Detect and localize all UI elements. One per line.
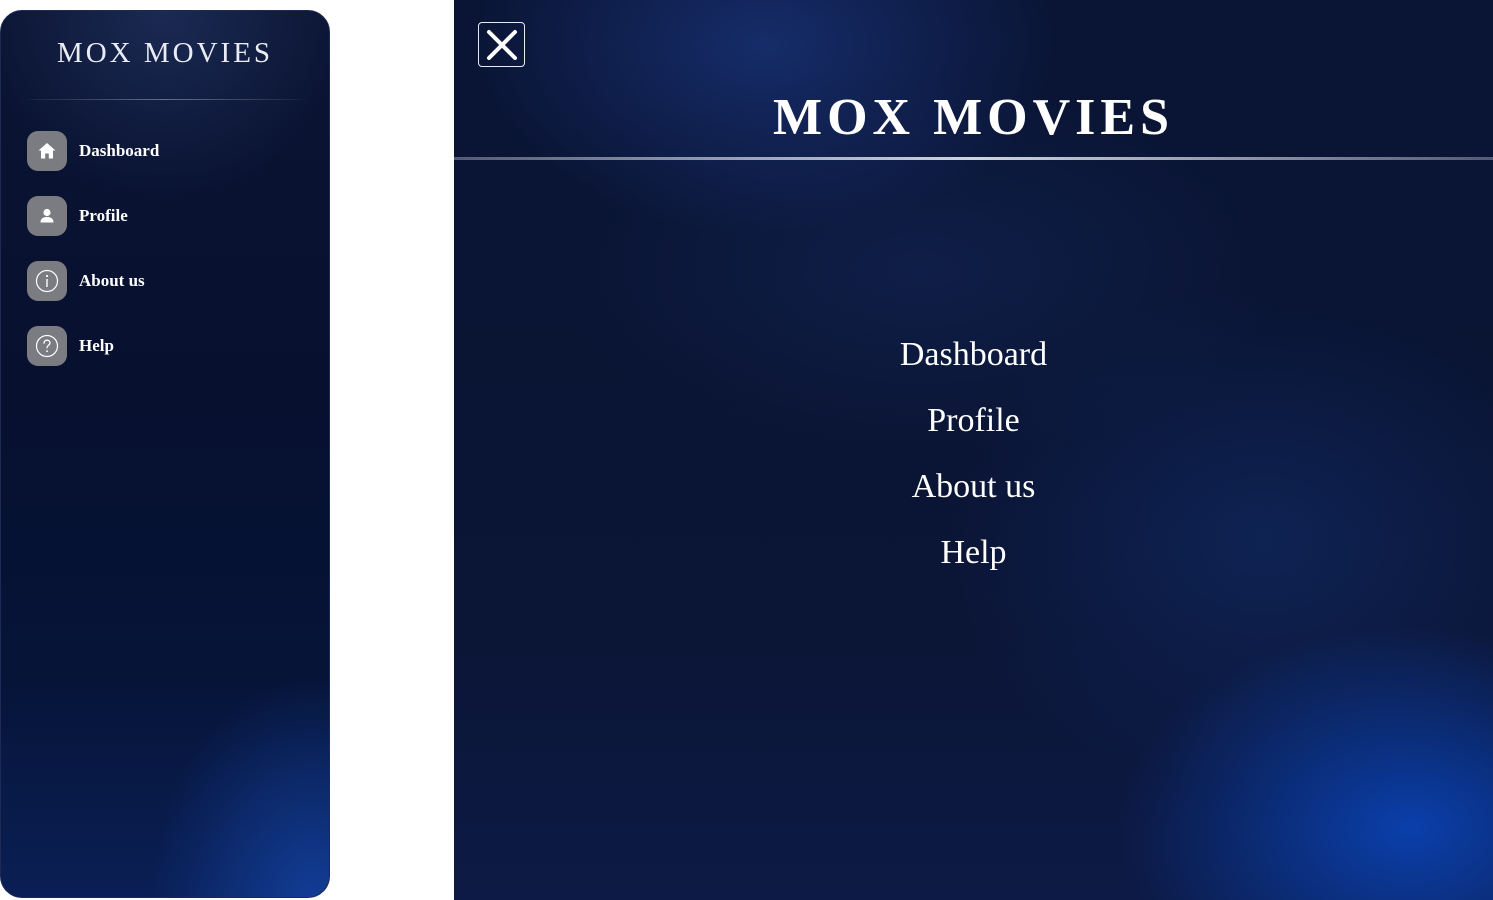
- mobile-nav-dashboard[interactable]: Dashboard: [454, 330, 1493, 396]
- sidebar-item-help[interactable]: Help: [27, 326, 159, 366]
- sidebar-item-dashboard[interactable]: Dashboard: [27, 131, 159, 171]
- mobile-menu-overlay: MOX MOVIES Dashboard Profile About us He…: [454, 0, 1493, 900]
- info-icon: [27, 261, 67, 301]
- sidebar-item-label: About us: [79, 271, 145, 290]
- mobile-brand-title: MOX MOVIES: [773, 89, 1174, 146]
- sidebar-brand-title: MOX MOVIES: [56, 37, 274, 69]
- sidebar-item-label: Profile: [79, 206, 128, 225]
- close-icon: [486, 29, 517, 60]
- sidebar-item-profile[interactable]: Profile: [27, 196, 159, 236]
- mobile-nav-help[interactable]: Help: [454, 528, 1493, 594]
- app-stage: MOX MOVIES Dashboard Profile About us He…: [0, 0, 1493, 900]
- sidebar: MOX MOVIES Dashboard Profile About us He…: [0, 10, 330, 898]
- mobile-nav-profile[interactable]: Profile: [454, 396, 1493, 462]
- sidebar-item-label: Dashboard: [79, 141, 160, 160]
- help-icon: [27, 326, 67, 366]
- sidebar-divider: [29, 99, 303, 100]
- sidebar-nav: Dashboard Profile About us Help: [27, 131, 159, 391]
- sidebar-item-about-us[interactable]: About us: [27, 261, 159, 301]
- user-icon: [27, 196, 67, 236]
- sidebar-item-label: Help: [79, 336, 114, 355]
- mobile-divider: [454, 157, 1493, 160]
- home-icon: [27, 131, 67, 171]
- mobile-nav: Dashboard Profile About us Help: [454, 330, 1493, 594]
- close-menu-button[interactable]: [478, 22, 525, 67]
- mobile-nav-about-us[interactable]: About us: [454, 462, 1493, 528]
